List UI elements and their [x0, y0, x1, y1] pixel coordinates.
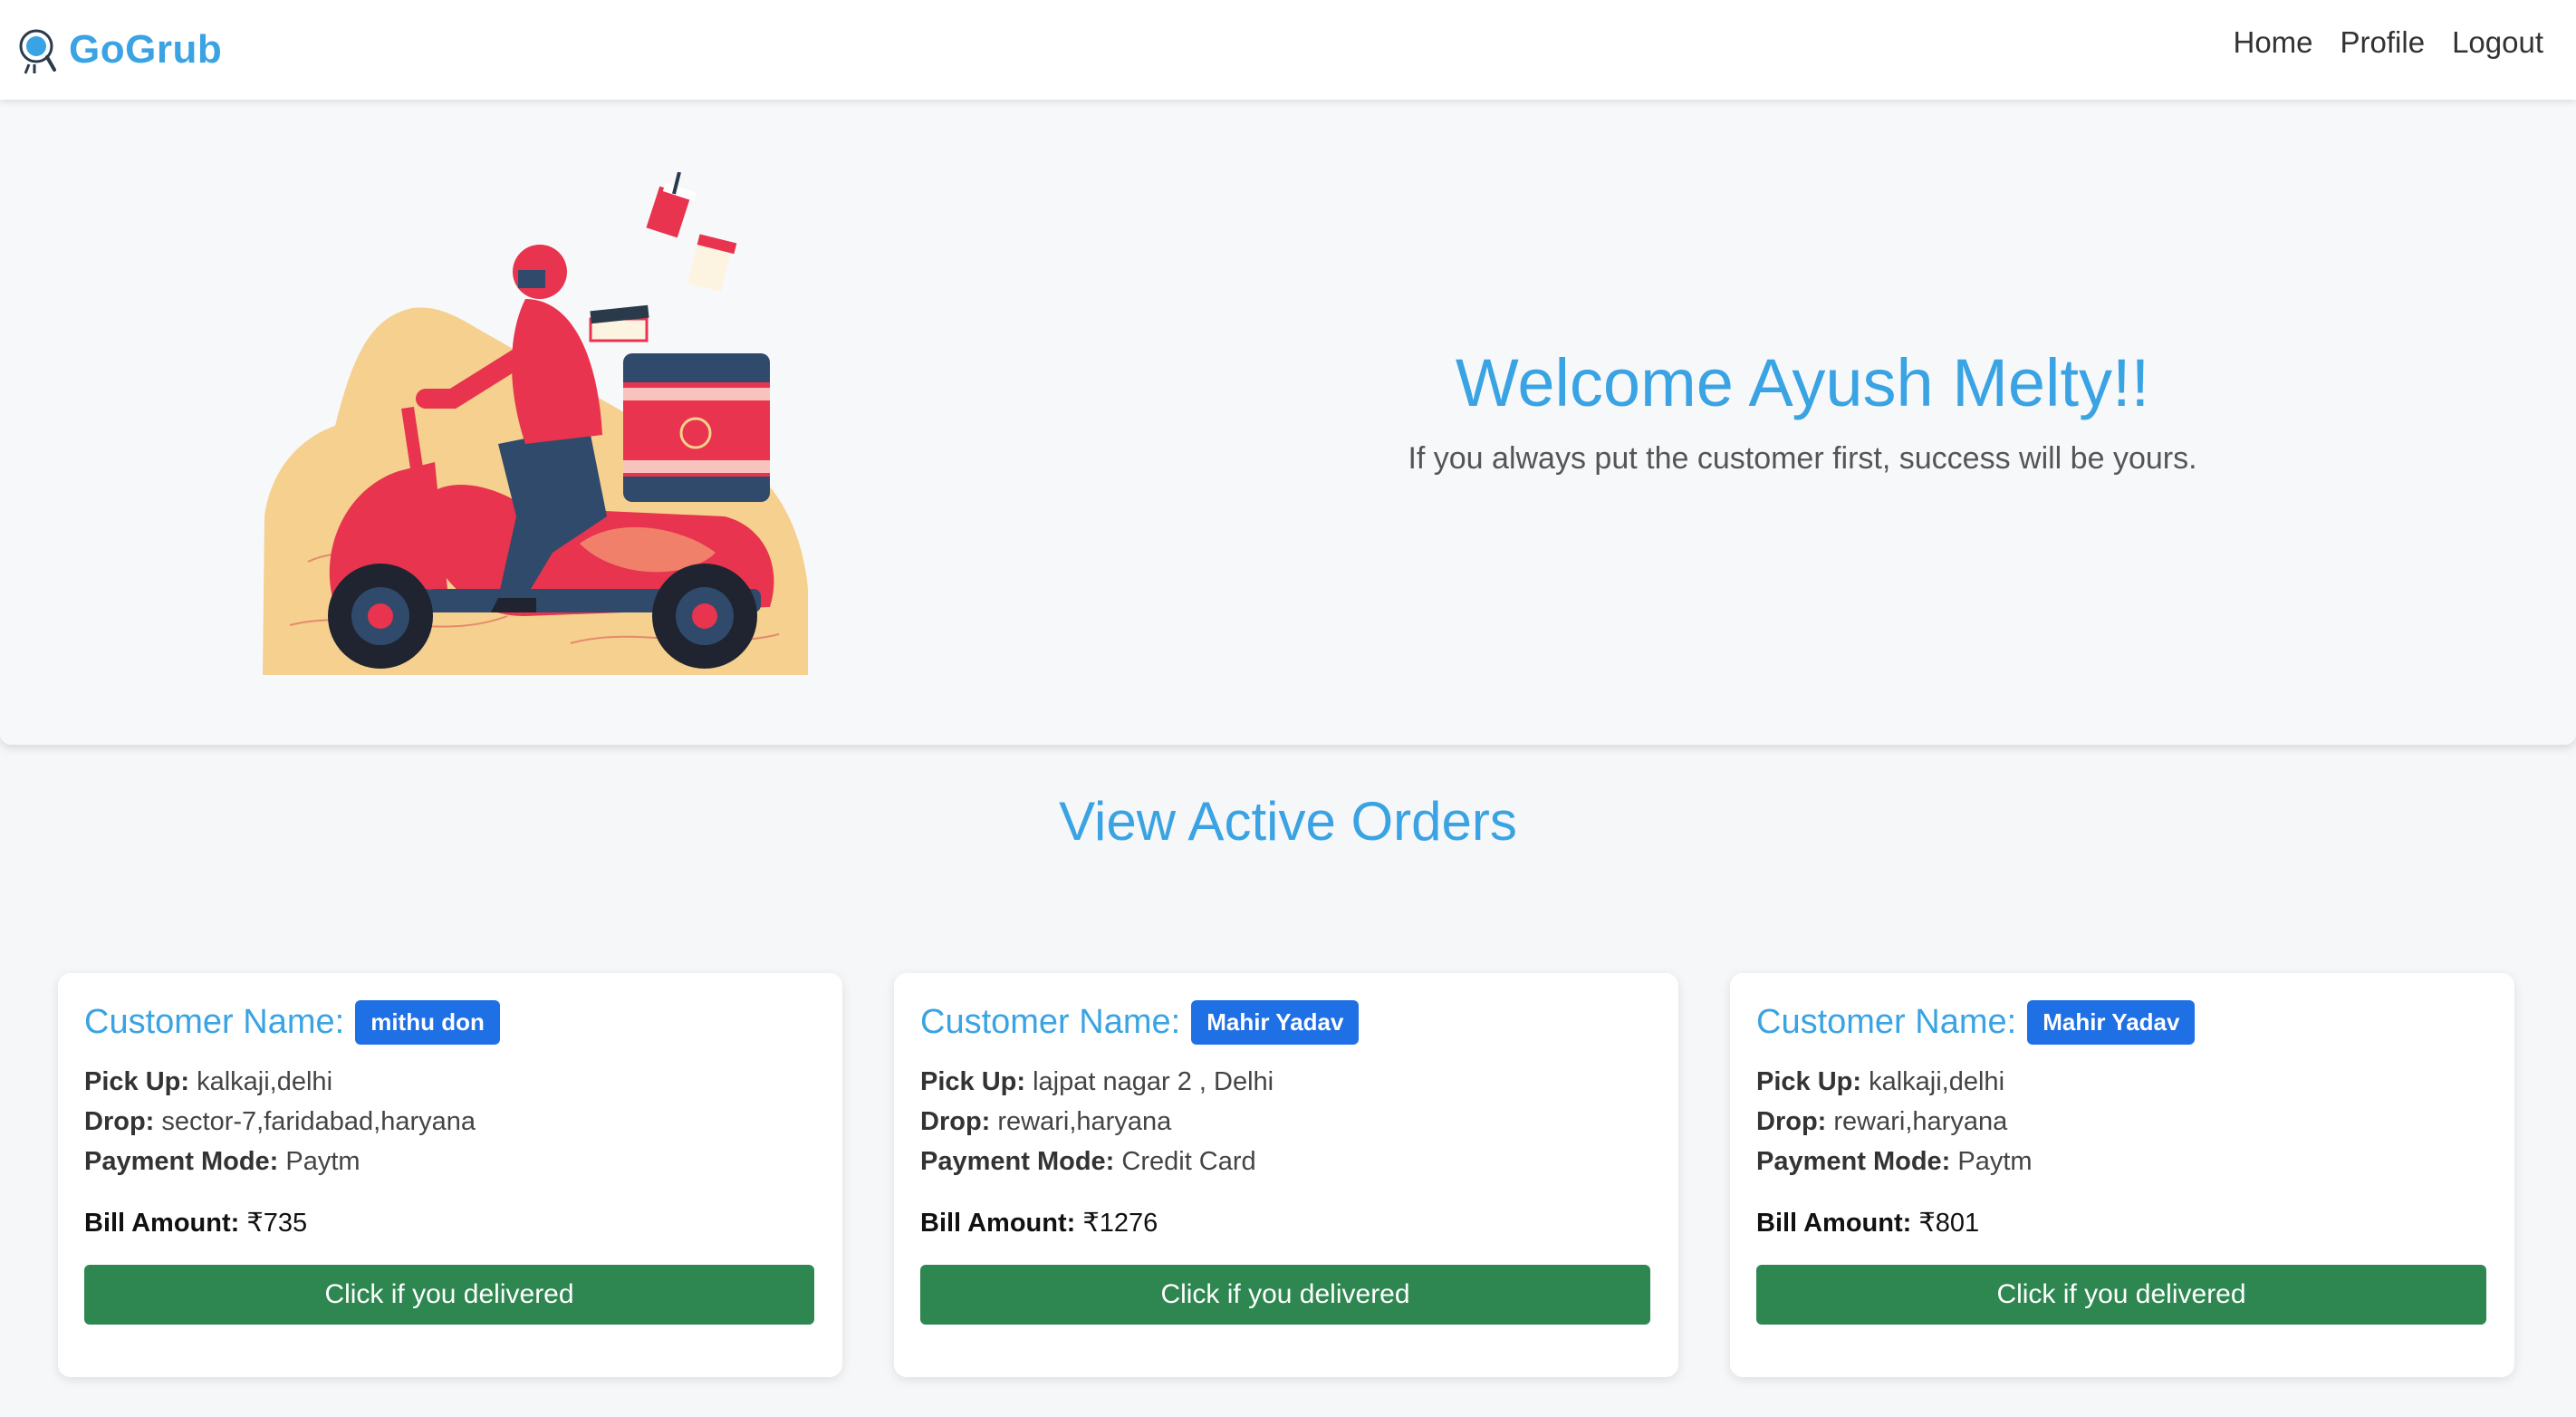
bill-label: Bill Amount: — [84, 1209, 240, 1238]
pickup-row: Pick Up: kalkaji,delhi — [1756, 1062, 2488, 1102]
payment-value: Paytm — [285, 1147, 360, 1176]
brand-name: GoGrub — [69, 27, 223, 72]
customer-name-label: Customer Name: — [1756, 1002, 2017, 1041]
pickup-row: Pick Up: kalkaji,delhi — [84, 1062, 816, 1102]
drop-label: Drop: — [1756, 1107, 1827, 1136]
order-card: Customer Name: Mahir Yadav Pick Up: kalk… — [1730, 973, 2514, 1377]
active-orders-title: View Active Orders — [1059, 791, 1517, 852]
payment-row: Payment Mode: Paytm — [1756, 1142, 2488, 1181]
hero-quote: If you always put the customer first, su… — [1408, 441, 2197, 476]
order-card: Customer Name: Mahir Yadav Pick Up: lajp… — [894, 973, 1678, 1377]
customer-name-badge: Mahir Yadav — [1191, 999, 1360, 1045]
navbar: GoGrub Home Profile Logout — [0, 0, 2576, 100]
hero-text: Welcome Ayush Melty!! If you always put … — [1268, 344, 2337, 477]
card-header: Customer Name: mithu don — [84, 998, 816, 1046]
order-details: Pick Up: kalkaji,delhi Drop: rewari,hary… — [1756, 1062, 2488, 1181]
payment-label: Payment Mode: — [920, 1147, 1115, 1176]
payment-row: Payment Mode: Credit Card — [920, 1142, 1652, 1181]
bill-value: ₹1276 — [1082, 1209, 1158, 1238]
payment-label: Payment Mode: — [1756, 1147, 1951, 1176]
scooter-delivery-illustration — [263, 172, 808, 675]
order-details: Pick Up: kalkaji,delhi Drop: sector-7,fa… — [84, 1062, 816, 1181]
bill-row: Bill Amount: ₹735 — [84, 1207, 816, 1239]
payment-row: Payment Mode: Paytm — [84, 1142, 816, 1181]
brand[interactable]: GoGrub — [16, 18, 222, 82]
customer-name-badge: Mahir Yadav — [2027, 999, 2196, 1045]
card-header: Customer Name: Mahir Yadav — [1756, 998, 2488, 1046]
bill-row: Bill Amount: ₹801 — [1756, 1207, 2488, 1239]
bill-label: Bill Amount: — [1756, 1209, 1912, 1238]
pickup-value: kalkaji,delhi — [197, 1067, 333, 1096]
food-delivery-logo-icon — [19, 29, 56, 74]
nav-profile-link[interactable]: Profile — [2341, 25, 2426, 60]
drop-label: Drop: — [920, 1107, 991, 1136]
drop-value: sector-7,faridabad,haryana — [161, 1107, 476, 1136]
pickup-value: lajpat nagar 2 , Delhi — [1033, 1067, 1274, 1096]
drop-value: rewari,haryana — [997, 1107, 1172, 1136]
delivered-button[interactable]: Click if you delivered — [920, 1265, 1650, 1325]
drop-row: Drop: rewari,haryana — [1756, 1102, 2488, 1142]
bill-value: ₹801 — [1918, 1209, 1980, 1238]
pickup-label: Pick Up: — [920, 1067, 1026, 1096]
payment-value: Credit Card — [1121, 1147, 1256, 1176]
drop-value: rewari,haryana — [1833, 1107, 2008, 1136]
pickup-label: Pick Up: — [1756, 1067, 1862, 1096]
delivered-button[interactable]: Click if you delivered — [1756, 1265, 2486, 1325]
nav-home-link[interactable]: Home — [2233, 25, 2312, 60]
pickup-label: Pick Up: — [84, 1067, 190, 1096]
nav-links: Home Profile Logout — [2233, 25, 2543, 60]
card-header: Customer Name: Mahir Yadav — [920, 998, 1652, 1046]
bill-value: ₹735 — [246, 1209, 308, 1238]
welcome-heading: Welcome Ayush Melty!! — [1455, 345, 2150, 420]
drop-row: Drop: sector-7,faridabad,haryana — [84, 1102, 816, 1142]
drop-label: Drop: — [84, 1107, 155, 1136]
customer-name-label: Customer Name: — [920, 1002, 1181, 1041]
bill-row: Bill Amount: ₹1276 — [920, 1207, 1652, 1239]
payment-value: Paytm — [1957, 1147, 2033, 1176]
customer-name-label: Customer Name: — [84, 1002, 345, 1041]
payment-label: Payment Mode: — [84, 1147, 279, 1176]
bill-label: Bill Amount: — [920, 1209, 1076, 1238]
orders-list: Customer Name: mithu don Pick Up: kalkaj… — [58, 973, 2518, 1377]
order-card: Customer Name: mithu don Pick Up: kalkaj… — [58, 973, 842, 1377]
nav-logout-link[interactable]: Logout — [2452, 25, 2543, 60]
pickup-row: Pick Up: lajpat nagar 2 , Delhi — [920, 1062, 1652, 1102]
delivered-button[interactable]: Click if you delivered — [84, 1265, 814, 1325]
order-details: Pick Up: lajpat nagar 2 , Delhi Drop: re… — [920, 1062, 1652, 1181]
pickup-value: kalkaji,delhi — [1869, 1067, 2005, 1096]
hero-section: Welcome Ayush Melty!! If you always put … — [0, 100, 2576, 745]
drop-row: Drop: rewari,haryana — [920, 1102, 1652, 1142]
customer-name-badge: mithu don — [355, 999, 500, 1045]
